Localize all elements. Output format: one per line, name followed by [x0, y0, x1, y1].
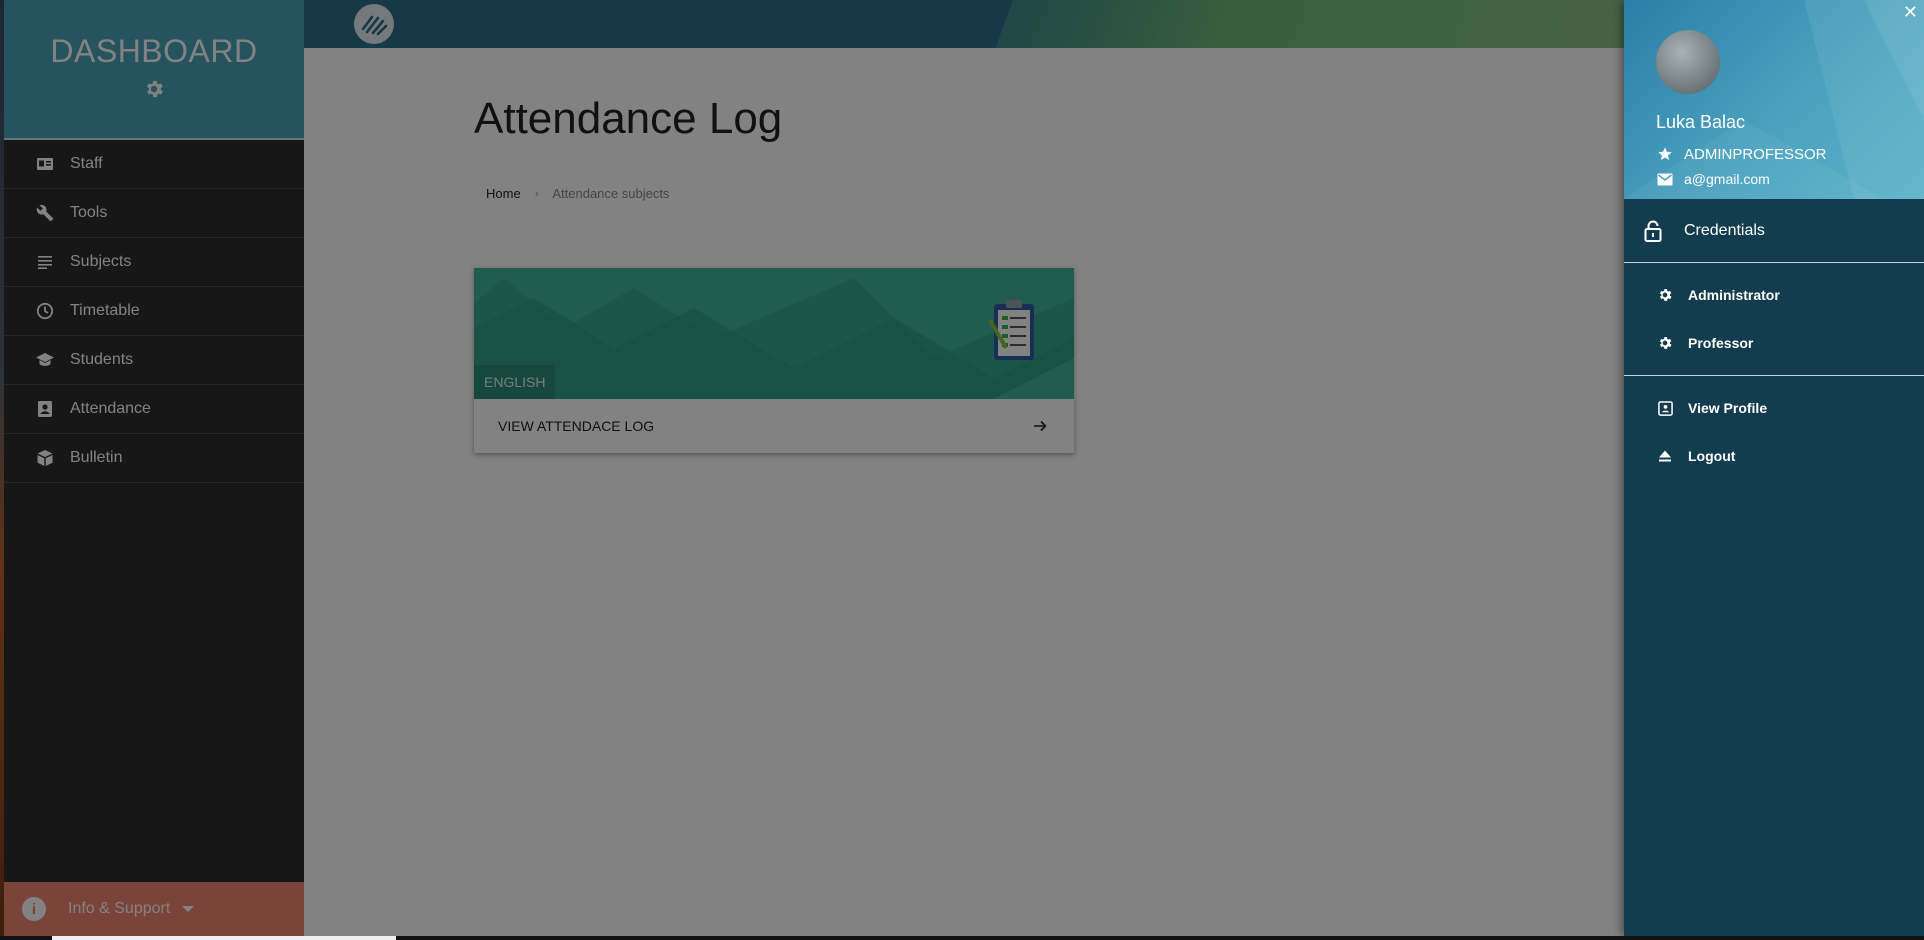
drawer-backdrop[interactable]	[0, 0, 1624, 936]
user-email-text: a@gmail.com	[1684, 171, 1770, 187]
user-role-text: ADMINPROFESSOR	[1684, 145, 1827, 163]
avatar[interactable]	[1656, 30, 1720, 94]
close-icon[interactable]: ✕	[1903, 2, 1918, 23]
user-email: a@gmail.com	[1656, 170, 1770, 188]
roles-group: Administrator Professor	[1624, 263, 1924, 375]
role-item-label: Professor	[1688, 335, 1754, 351]
bottom-edge	[0, 936, 1924, 940]
role-item-label: Administrator	[1688, 287, 1780, 303]
credentials-label: Credentials	[1684, 221, 1765, 239]
star-icon	[1656, 145, 1674, 163]
eject-icon	[1656, 447, 1674, 465]
role-item-administrator[interactable]: Administrator	[1624, 271, 1924, 319]
logout-label: Logout	[1688, 448, 1736, 464]
view-profile-label: View Profile	[1688, 400, 1768, 416]
gear-icon	[1656, 334, 1674, 352]
user-name: Luka Balac	[1656, 112, 1746, 132]
credentials-section[interactable]: Credentials	[1624, 199, 1924, 263]
user-role: ADMINPROFESSOR	[1656, 145, 1827, 163]
gear-icon	[1656, 286, 1674, 304]
role-item-professor[interactable]: Professor	[1624, 319, 1924, 367]
view-profile-button[interactable]: View Profile	[1624, 384, 1924, 432]
profile-icon	[1656, 399, 1674, 417]
profile-header: ✕ Luka Balac ADMINPROFESSOR a@gmail.com	[1624, 0, 1924, 199]
logout-button[interactable]: Logout	[1624, 432, 1924, 480]
email-icon	[1656, 170, 1674, 188]
lock-icon	[1642, 219, 1664, 243]
user-drawer: ✕ Luka Balac ADMINPROFESSOR a@gmail.com …	[1624, 0, 1924, 936]
actions-group: View Profile Logout	[1624, 375, 1924, 488]
